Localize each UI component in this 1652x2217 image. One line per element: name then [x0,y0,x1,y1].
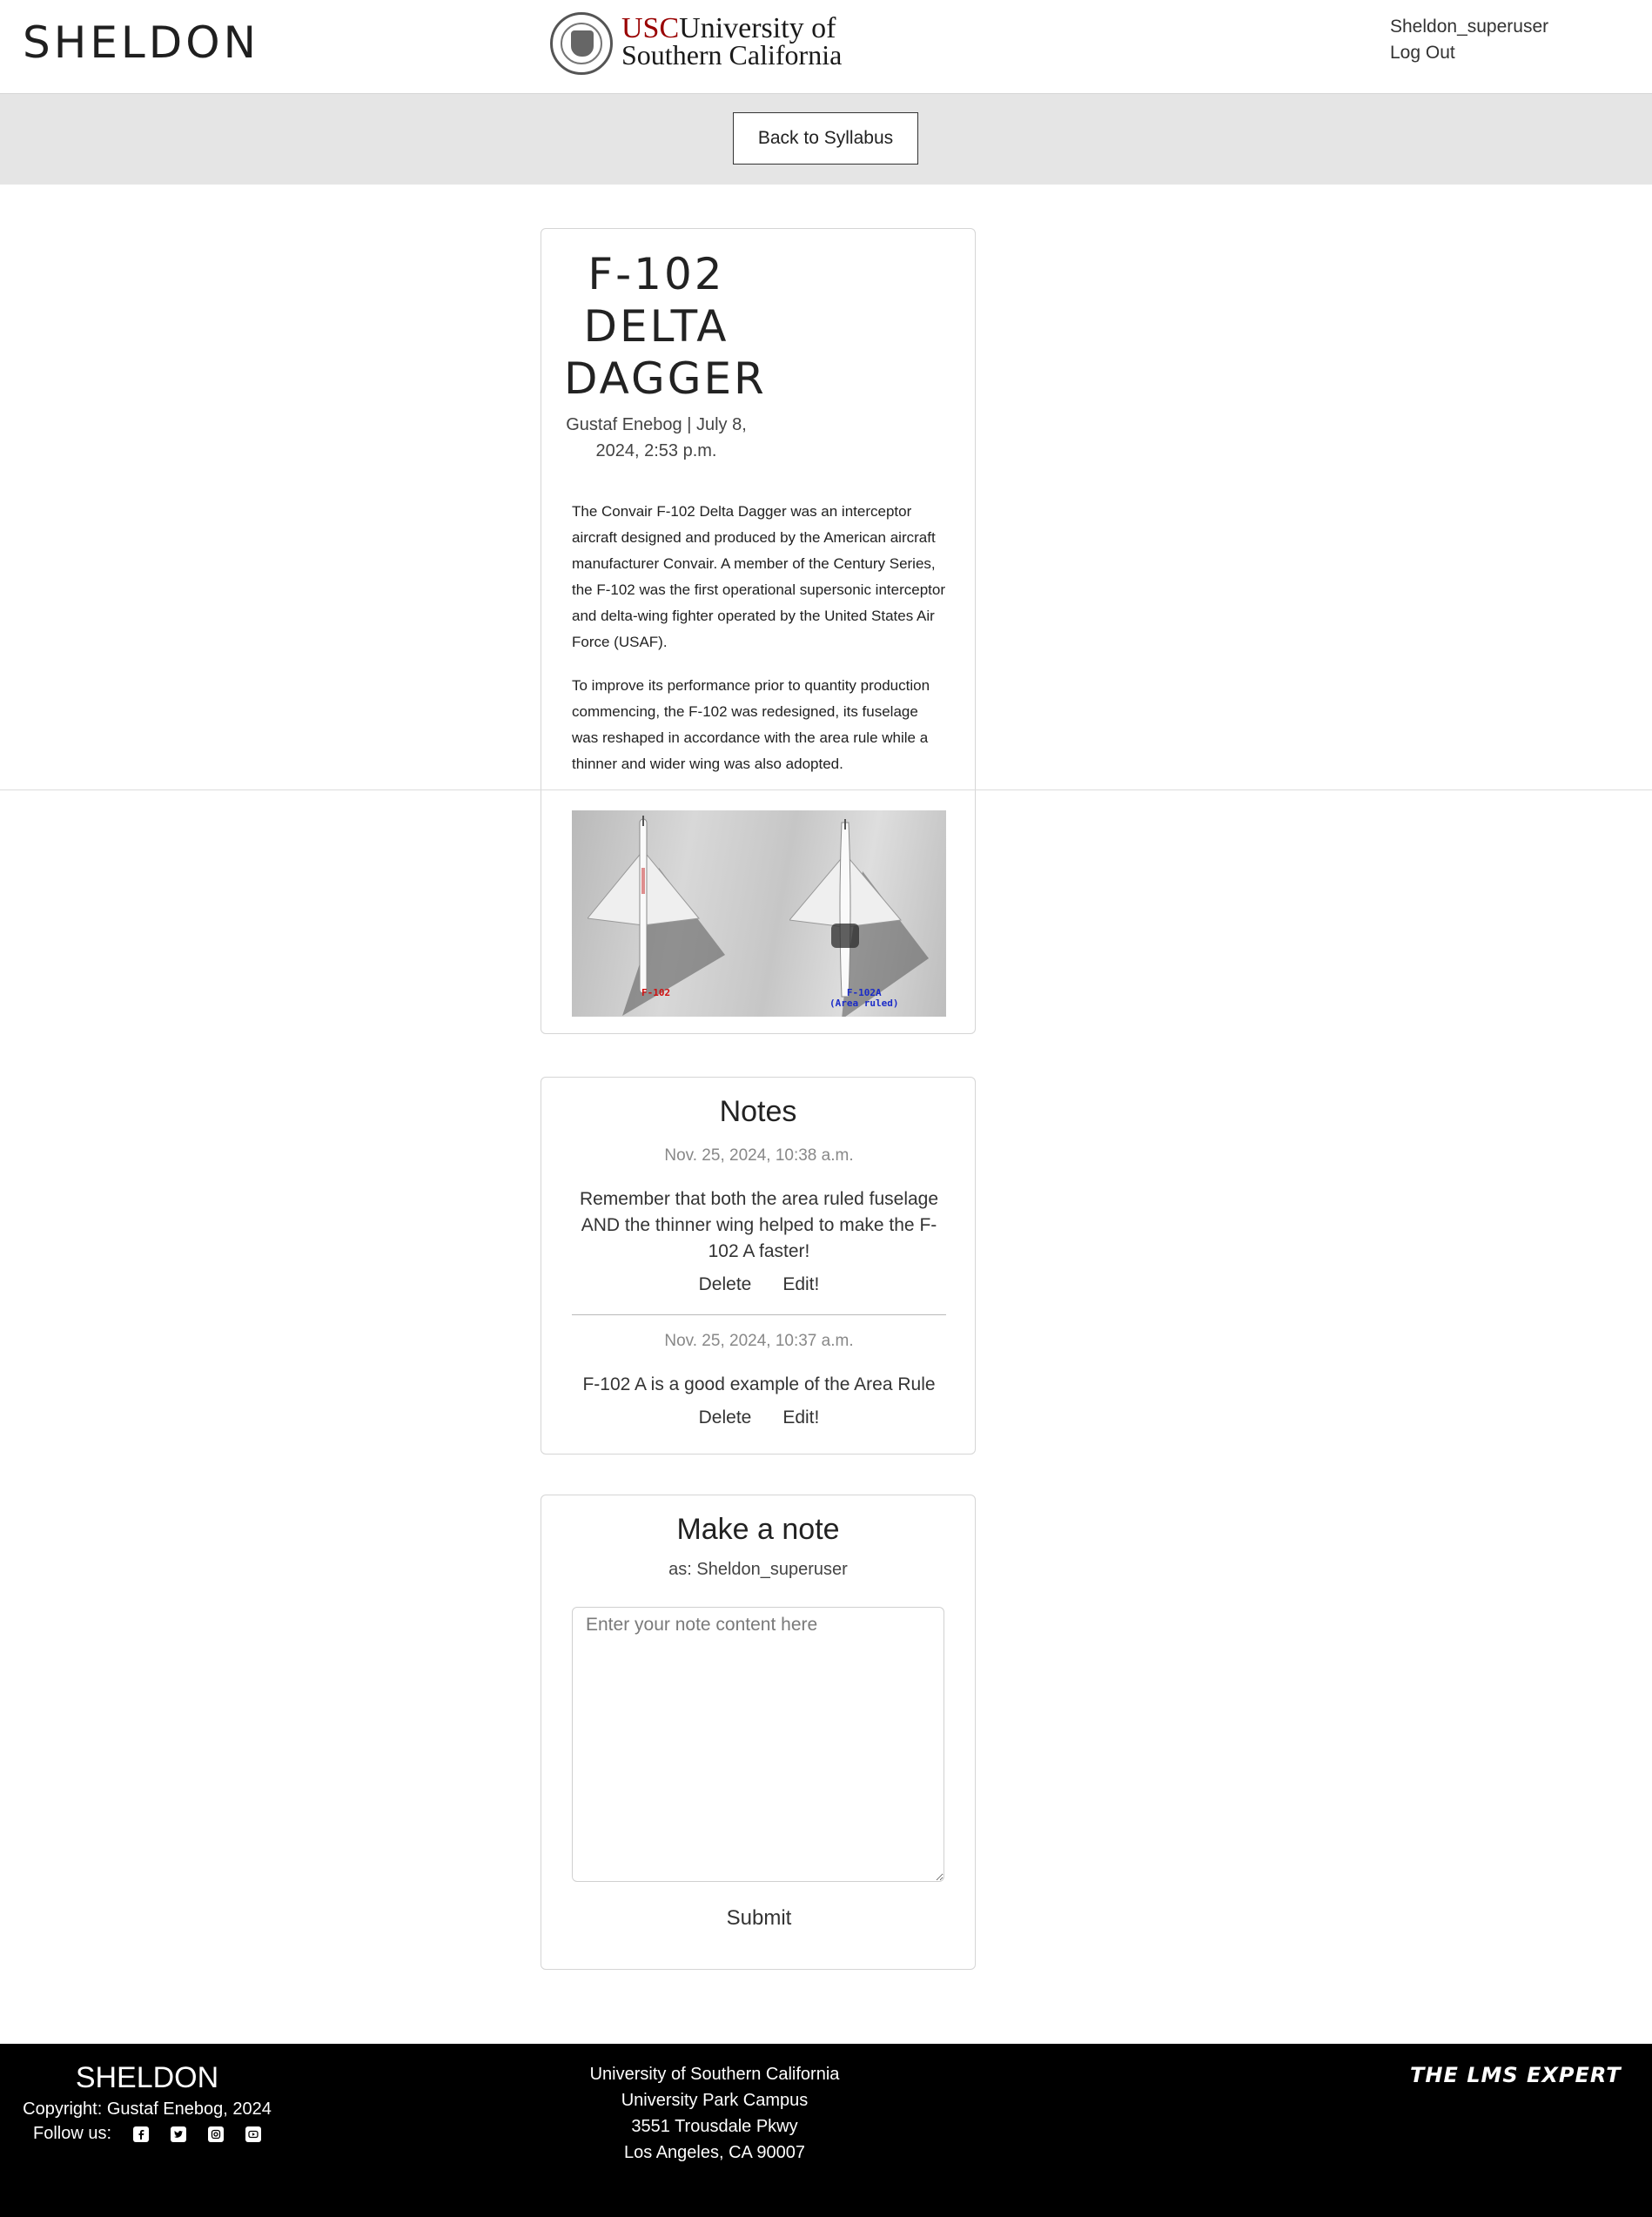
article-title: F-102 DELTA DAGGER [564,248,767,405]
user-menu: Sheldon_superuser Log Out [1390,14,1548,66]
page-divider [0,789,1652,790]
note-content-input[interactable] [572,1607,944,1882]
note-content: Remember that both the area ruled fusela… [579,1189,939,1261]
article-paragraph: To improve its performance prior to quan… [572,677,930,772]
article-image: F-102 F-102A (Area ruled) [572,810,946,1017]
footer-brand: SHELDON [75,2061,219,2094]
logout-link[interactable]: Log Out [1390,40,1548,66]
back-to-syllabus-button[interactable]: Back to Syllabus [733,112,918,165]
note-edit-button[interactable]: Edit! [782,1272,819,1298]
address-line: University Park Campus [621,2091,809,2110]
usc-name-line2: Southern California [621,39,843,71]
make-note-card: Make a note as: Sheldon_superuser Submit [541,1495,976,1970]
image-label-line: (Area ruled) [829,998,899,1009]
note-actions: Delete Edit! [572,1272,946,1298]
notes-heading: Notes [719,1095,797,1128]
notes-card: Notes Nov. 25, 2024, 10:38 a.m. Remember… [541,1077,976,1454]
article-title-line: F-102 [588,249,725,299]
footer-copyright: Copyright: Gustaf Enebog, 2024 [23,2099,272,2119]
facebook-icon[interactable] [133,2126,150,2142]
usc-seal-icon [550,12,613,75]
article-paragraph: The Convair F-102 Delta Dagger was an in… [572,503,946,650]
make-note-author: as: Sheldon_superuser [668,1560,848,1579]
plane-f102-illustration [588,816,727,1016]
site-footer: SHELDON Copyright: Gustaf Enebog, 2024 F… [0,2044,1652,2217]
note-edit-button[interactable]: Edit! [782,1405,819,1431]
image-label-f102a: F-102A (Area ruled) [829,988,898,1009]
top-header: SHELDON USCUniversity of Southern Califo… [0,0,1652,93]
site-brand[interactable]: SHELDON [23,17,259,68]
article-author-date: Gustaf Enebog | July 8, [566,415,747,434]
address-line: Los Angeles, CA 90007 [624,2143,805,2162]
article-time: 2024, 2:53 p.m. [595,441,717,460]
sub-navigation: Back to Syllabus [0,93,1652,185]
footer-address: University of Southern California Univer… [540,2061,890,2166]
twitter-icon[interactable] [171,2126,187,2142]
lms-expert-logo[interactable]: THE LMS EXPERT [1410,2063,1622,2087]
username-link[interactable]: Sheldon_superuser [1390,14,1548,40]
youtube-icon[interactable] [245,2126,262,2142]
image-label-f102: F-102 [641,987,671,998]
article-meta: Gustaf Enebog | July 8, 2024, 2:53 p.m. [564,412,749,464]
note-date: Nov. 25, 2024, 10:38 a.m. [664,1146,854,1165]
instagram-icon[interactable] [208,2126,225,2142]
usc-logo[interactable]: USCUniversity of Southern California [550,12,842,78]
note-delete-button[interactable]: Delete [699,1272,752,1298]
address-line: University of Southern California [589,2065,840,2084]
address-line: 3551 Trousdale Pkwy [631,2117,798,2136]
article-title-line: DAGGER [564,353,767,404]
article-body: The Convair F-102 Delta Dagger was an in… [572,499,946,795]
note-actions: Delete Edit! [572,1405,946,1431]
note-date: Nov. 25, 2024, 10:37 a.m. [664,1332,854,1350]
note-delete-button[interactable]: Delete [699,1405,752,1431]
article-card: F-102 DELTA DAGGER Gustaf Enebog | July … [541,228,976,1034]
note-item: Nov. 25, 2024, 10:38 a.m. Remember that … [572,1143,946,1298]
note-item: Nov. 25, 2024, 10:37 a.m. F-102 A is a g… [572,1328,946,1431]
note-separator [572,1314,946,1315]
make-note-heading: Make a note [676,1513,840,1546]
footer-follow: Follow us: [33,2124,262,2144]
note-content: F-102 A is a good example of the Area Ru… [582,1374,936,1394]
submit-note-button[interactable]: Submit [694,1901,824,1936]
follow-label: Follow us: [33,2124,112,2143]
article-title-line: DELTA [583,301,729,352]
